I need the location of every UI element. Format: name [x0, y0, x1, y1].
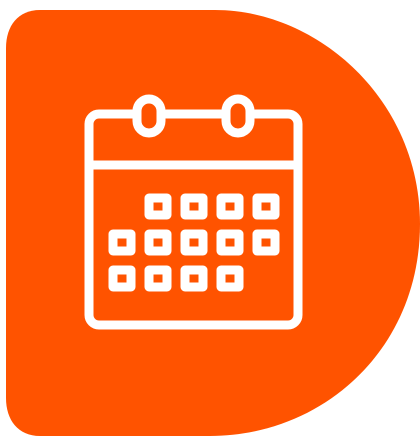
calendar-ring-left	[132, 94, 166, 138]
calendar-ring-right	[221, 94, 255, 138]
badge-background	[6, 10, 420, 436]
calendar-badge	[6, 10, 420, 436]
app-icon	[0, 0, 420, 442]
